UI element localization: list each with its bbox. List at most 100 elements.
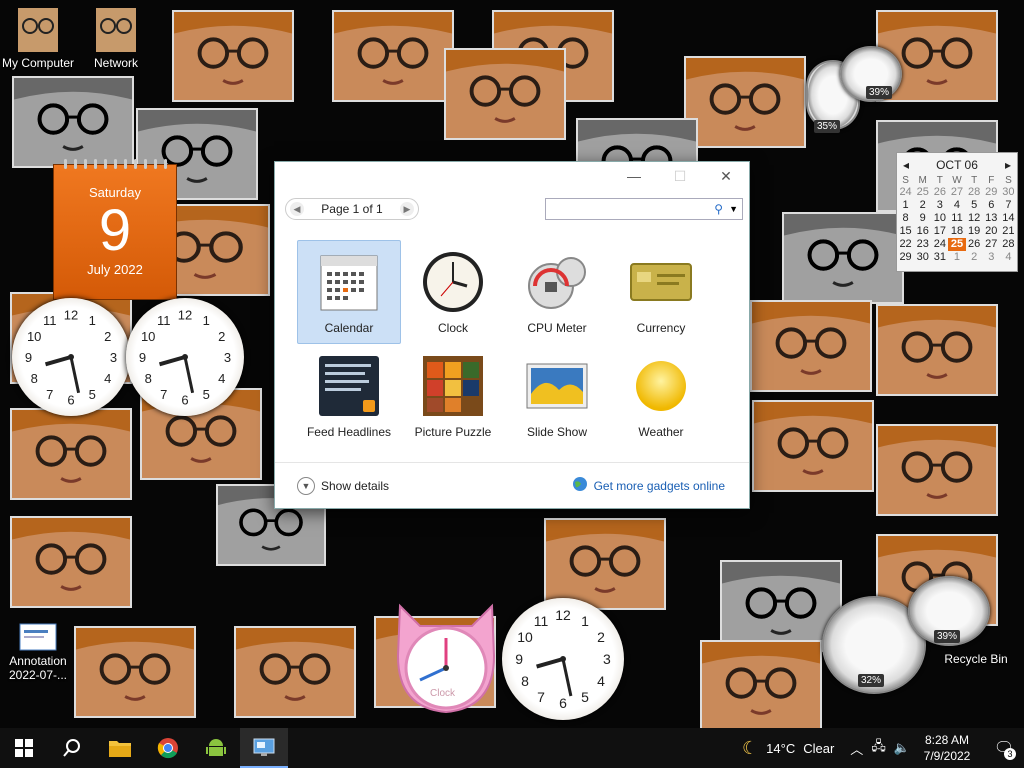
calendar-day[interactable]: 30 bbox=[1000, 186, 1017, 199]
svg-text:3: 3 bbox=[603, 651, 611, 667]
taskbar-clock[interactable]: 8:28 AM 7/9/2022 bbox=[918, 732, 976, 764]
taskbar-gadgets[interactable] bbox=[240, 728, 288, 768]
calendar-day[interactable]: 2 bbox=[914, 199, 931, 212]
title-bar: — ☐ ✕ bbox=[275, 162, 749, 190]
minimize-button[interactable]: — bbox=[611, 162, 657, 190]
calendar-day[interactable]: 30 bbox=[914, 251, 931, 264]
clock-gadget[interactable]: 1 2 3 4 5 6 7 8 9 10 11 12 bbox=[12, 298, 130, 416]
calendar-day[interactable]: 20 bbox=[983, 225, 1000, 238]
calendar-day[interactable]: 22 bbox=[897, 238, 914, 251]
prev-month-icon[interactable]: ◂ bbox=[903, 158, 909, 172]
search-button[interactable] bbox=[48, 728, 96, 768]
calendar-day[interactable]: 27 bbox=[948, 186, 965, 199]
gadget-currency[interactable]: Currency bbox=[609, 240, 713, 344]
chevron-up-icon[interactable]: ︿ bbox=[850, 739, 863, 758]
calendar-day[interactable]: 9 bbox=[914, 212, 931, 225]
cat-clock-gadget[interactable]: Clock bbox=[390, 596, 502, 718]
calendar-month-year: July 2022 bbox=[87, 262, 143, 277]
calendar-day[interactable]: 8 bbox=[897, 212, 914, 225]
clock-gadget[interactable]: 1 2 3 4 5 6 7 8 9 10 11 12 bbox=[502, 598, 624, 720]
search-icon[interactable]: ⚲ bbox=[714, 202, 723, 216]
system-tray: ☾ 14°C Clear ︿ 🖧 🔈 8:28 AM 7/9/2022 🗨 3 bbox=[742, 728, 1024, 768]
gadget-picture-puzzle[interactable]: Picture Puzzle bbox=[401, 344, 505, 448]
calendar-day[interactable]: 12 bbox=[966, 212, 983, 225]
gadget-clock[interactable]: Clock bbox=[401, 240, 505, 344]
calendar-day[interactable]: 4 bbox=[948, 199, 965, 212]
calendar-day[interactable]: 1 bbox=[897, 199, 914, 212]
desktop-icon-network[interactable]: Network bbox=[78, 6, 154, 70]
calendar-day[interactable]: 3 bbox=[931, 199, 948, 212]
show-details-button[interactable]: ▼ Show details bbox=[297, 476, 389, 495]
next-month-icon[interactable]: ▸ bbox=[1005, 158, 1011, 172]
calendar-day[interactable]: 6 bbox=[983, 199, 1000, 212]
calendar-day[interactable]: 11 bbox=[948, 212, 965, 225]
weather-condition[interactable]: Clear bbox=[803, 741, 834, 756]
calendar-day[interactable]: 26 bbox=[966, 238, 983, 251]
taskbar-android[interactable] bbox=[192, 728, 240, 768]
desktop-icon-annotation[interactable]: Annotation 2022-07-... bbox=[0, 622, 76, 682]
calendar-day[interactable]: 28 bbox=[1000, 238, 1017, 251]
gadget-slide-show[interactable]: Slide Show bbox=[505, 344, 609, 448]
gadget-cpu-meter[interactable]: CPU Meter bbox=[505, 240, 609, 344]
get-more-gadgets-label: Get more gadgets online bbox=[593, 478, 725, 493]
desktop-icon-my-computer[interactable]: My Computer bbox=[0, 6, 76, 70]
calendar-day[interactable]: 14 bbox=[1000, 212, 1017, 225]
calendar-day[interactable]: 29 bbox=[983, 186, 1000, 199]
svg-text:8: 8 bbox=[521, 673, 529, 689]
weather-temp[interactable]: 14°C bbox=[766, 741, 795, 756]
svg-text:4: 4 bbox=[218, 371, 225, 386]
document-icon bbox=[14, 622, 62, 652]
calendar-day[interactable]: 17 bbox=[931, 225, 948, 238]
taskbar-chrome[interactable] bbox=[144, 728, 192, 768]
wallpaper-photo bbox=[700, 640, 822, 728]
calendar-day[interactable]: 18 bbox=[948, 225, 965, 238]
calendar-day[interactable]: 21 bbox=[1000, 225, 1017, 238]
calendar-day[interactable]: 1 bbox=[948, 251, 965, 264]
desktop-icon-recycle-bin[interactable]: Recycle Bin bbox=[938, 652, 1014, 666]
calendar-day[interactable]: 27 bbox=[983, 238, 1000, 251]
close-button[interactable]: ✕ bbox=[703, 162, 749, 190]
calendar-day[interactable]: 26 bbox=[931, 186, 948, 199]
taskbar-file-explorer[interactable] bbox=[96, 728, 144, 768]
calendar-day[interactable]: 15 bbox=[897, 225, 914, 238]
calendar-day[interactable]: 13 bbox=[983, 212, 1000, 225]
calendar-day[interactable]: 23 bbox=[914, 238, 931, 251]
calendar-day[interactable]: 24 bbox=[897, 186, 914, 199]
mini-calendar-gadget[interactable]: ◂ OCT 06 ▸ SMTWTFS 24 25 26 27 28 29 30 1 2 3 4 5 6 7… bbox=[896, 152, 1018, 272]
calendar-day[interactable]: 16 bbox=[914, 225, 931, 238]
volume-icon[interactable]: 🔈 bbox=[894, 740, 910, 756]
calendar-day[interactable]: 2 bbox=[966, 251, 983, 264]
calendar-gadget[interactable]: Saturday 9 July 2022 bbox=[53, 159, 177, 300]
notification-center-button[interactable]: 🗨 3 bbox=[984, 728, 1024, 768]
svg-text:4: 4 bbox=[597, 673, 605, 689]
calendar-day[interactable]: 29 bbox=[897, 251, 914, 264]
calendar-day[interactable]: 24 bbox=[931, 238, 948, 251]
prev-page-button[interactable]: ◀ bbox=[290, 202, 304, 216]
gadget-calendar[interactable]: Calendar bbox=[297, 240, 401, 344]
network-icon[interactable]: 🖧 bbox=[871, 737, 886, 759]
calendar-day[interactable]: 31 bbox=[931, 251, 948, 264]
calendar-day[interactable]: 28 bbox=[966, 186, 983, 199]
gadget-feed-headlines[interactable]: Feed Headlines bbox=[297, 344, 401, 448]
gadget-gallery-window[interactable]: — ☐ ✕ ◀ Page 1 of 1 ▶ ⚲ ▼ Calendar Clock… bbox=[274, 161, 750, 509]
taskbar-date: 7/9/2022 bbox=[923, 749, 971, 763]
wallpaper-photo bbox=[752, 400, 874, 492]
search-input[interactable] bbox=[550, 201, 700, 215]
calendar-day[interactable]: 10 bbox=[931, 212, 948, 225]
calendar-day[interactable]: 7 bbox=[1000, 199, 1017, 212]
calendar-day[interactable]: 25 bbox=[948, 238, 966, 251]
get-more-gadgets-link[interactable]: Get more gadgets online bbox=[572, 476, 725, 495]
start-button[interactable] bbox=[0, 728, 48, 768]
calendar-day[interactable]: 4 bbox=[1000, 251, 1017, 264]
calendar-day[interactable]: 19 bbox=[966, 225, 983, 238]
moon-icon[interactable]: ☾ bbox=[742, 738, 758, 759]
wallpaper-photo bbox=[74, 626, 196, 718]
clock-gadget[interactable]: 1 2 3 4 5 6 7 8 9 10 11 12 bbox=[126, 298, 244, 416]
next-page-button[interactable]: ▶ bbox=[399, 202, 414, 216]
calendar-day[interactable]: 5 bbox=[966, 199, 983, 212]
gadget-weather[interactable]: Weather bbox=[609, 344, 713, 448]
calendar-day[interactable]: 25 bbox=[914, 186, 931, 199]
calendar-day[interactable]: 3 bbox=[983, 251, 1000, 264]
weekday-header: T bbox=[971, 175, 978, 186]
dropdown-arrow-icon[interactable]: ▼ bbox=[729, 204, 738, 214]
